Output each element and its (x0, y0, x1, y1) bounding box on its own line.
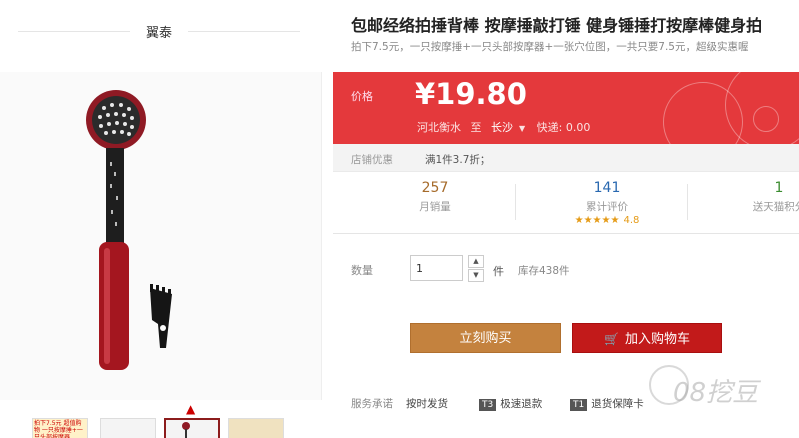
product-main-image[interactable] (0, 72, 322, 400)
stat-label: 送天猫积分 (752, 201, 799, 213)
price-value: ¥19.80 (415, 77, 527, 111)
stat-reviews[interactable]: 141 累计评价 ★★★★★ 4.8 (527, 180, 687, 226)
watermark: 08挖豆 (673, 378, 759, 408)
service-tag: T3 (479, 399, 497, 411)
left-column: 翼泰 ▲ 拍下7.5元 超值购物 一只按摩捶+一只头部按摩器 (0, 0, 330, 438)
thumbnail-2[interactable] (100, 418, 156, 438)
service-text: 退货保障卡 (591, 398, 644, 410)
promo-text: 满1件3.7折； (425, 154, 491, 166)
price-panel: 价格 ¥19.80 河北衡水 至 长沙 ▼ 快递: 0.00 (333, 72, 799, 144)
quantity-label: 数量 (351, 264, 373, 277)
chevron-down-icon[interactable]: ▼ (519, 124, 525, 133)
add-to-cart-label: 加入购物车 (624, 332, 690, 347)
shop-promo: 店铺优惠 满1件3.7折； (333, 144, 799, 172)
service-label: 服务承诺 (351, 398, 393, 410)
thumbnail-strip: 拍下7.5元 超值购物 一只按摩捶+一只头部按摩器 (30, 418, 330, 438)
service-tag: T1 (570, 399, 588, 411)
product-info: 包邮经络拍捶背棒 按摩捶敲打锤 健身锤捶打按摩棒健身拍 拍下7.5元，一只按摩捶… (333, 0, 799, 438)
cart-icon: 🛒 (604, 332, 619, 346)
divider (188, 31, 300, 32)
product-title: 包邮经络拍捶背棒 按摩捶敲打锤 健身锤捶打按摩棒健身拍 (351, 16, 763, 35)
shop-header: 翼泰 (0, 0, 330, 62)
ship-to-city-select[interactable]: 长沙 (491, 121, 513, 134)
add-to-cart-button[interactable]: 🛒 加入购物车 (572, 323, 722, 353)
promo-label: 店铺优惠 (351, 154, 393, 166)
star-icons: ★★★★★ (574, 215, 620, 226)
stat-label: 累计评价 (586, 201, 628, 213)
service-text: 按时发货 (406, 398, 448, 410)
sales-stats: 257 月销量 141 累计评价 ★★★★★4.8 1 送天猫积分 (333, 172, 799, 234)
service-item[interactable]: T3 极速退款 (479, 396, 542, 411)
divider (515, 184, 516, 220)
stat-value: 141 (593, 180, 621, 196)
quantity-unit: 件 (493, 265, 504, 278)
rating-score: 4.8 (623, 215, 640, 226)
service-item[interactable]: 按时发货 (406, 396, 448, 411)
buy-now-button[interactable]: 立刻购买 (410, 323, 561, 353)
price-label: 价格 (351, 90, 373, 103)
thumbnail-1[interactable]: 拍下7.5元 超值购物 一只按摩捶+一只头部按摩器 (32, 418, 88, 438)
quantity-increase-button[interactable]: ▲ (468, 255, 484, 268)
decorative-circle (753, 106, 779, 132)
service-text: 极速退款 (500, 398, 543, 410)
thumbnail-3[interactable] (164, 418, 220, 438)
shipping-info: 河北衡水 至 长沙 ▼ 快递: 0.00 (417, 119, 596, 135)
stat-monthly-sales: 257 月销量 (355, 180, 515, 214)
hammer-thumb-icon (182, 422, 190, 438)
quantity-decrease-button[interactable]: ▼ (468, 269, 484, 282)
thumbnail-4[interactable] (228, 418, 284, 438)
rating: ★★★★★ 4.8 (527, 215, 687, 226)
stat-points: 1 送天猫积分 (699, 180, 799, 214)
thumbnail-caption: 拍下7.5元 超值购物 一只按摩捶+一只头部按摩器 (34, 420, 83, 438)
stock-count: 库存438件 (518, 265, 570, 277)
service-item[interactable]: T1 退货保障卡 (570, 396, 644, 411)
chevron-up-icon[interactable]: ▲ (186, 402, 195, 416)
quantity-input[interactable] (410, 255, 463, 281)
stat-label: 月销量 (419, 201, 451, 213)
ship-from: 河北衡水 (417, 121, 461, 134)
product-subtitle: 拍下7.5元，一只按摩捶+一只头部按摩器+一张穴位图，一共只要7.5元，超级实惠… (351, 41, 749, 53)
stat-value: 1 (774, 180, 784, 196)
divider (18, 31, 130, 32)
stat-value: 257 (421, 180, 449, 196)
divider (687, 184, 688, 220)
shop-name[interactable]: 翼泰 (130, 22, 188, 41)
express-fee: 快递: 0.00 (536, 121, 591, 134)
massage-hammer-image (86, 90, 172, 370)
ship-to-word: 至 (470, 121, 482, 134)
